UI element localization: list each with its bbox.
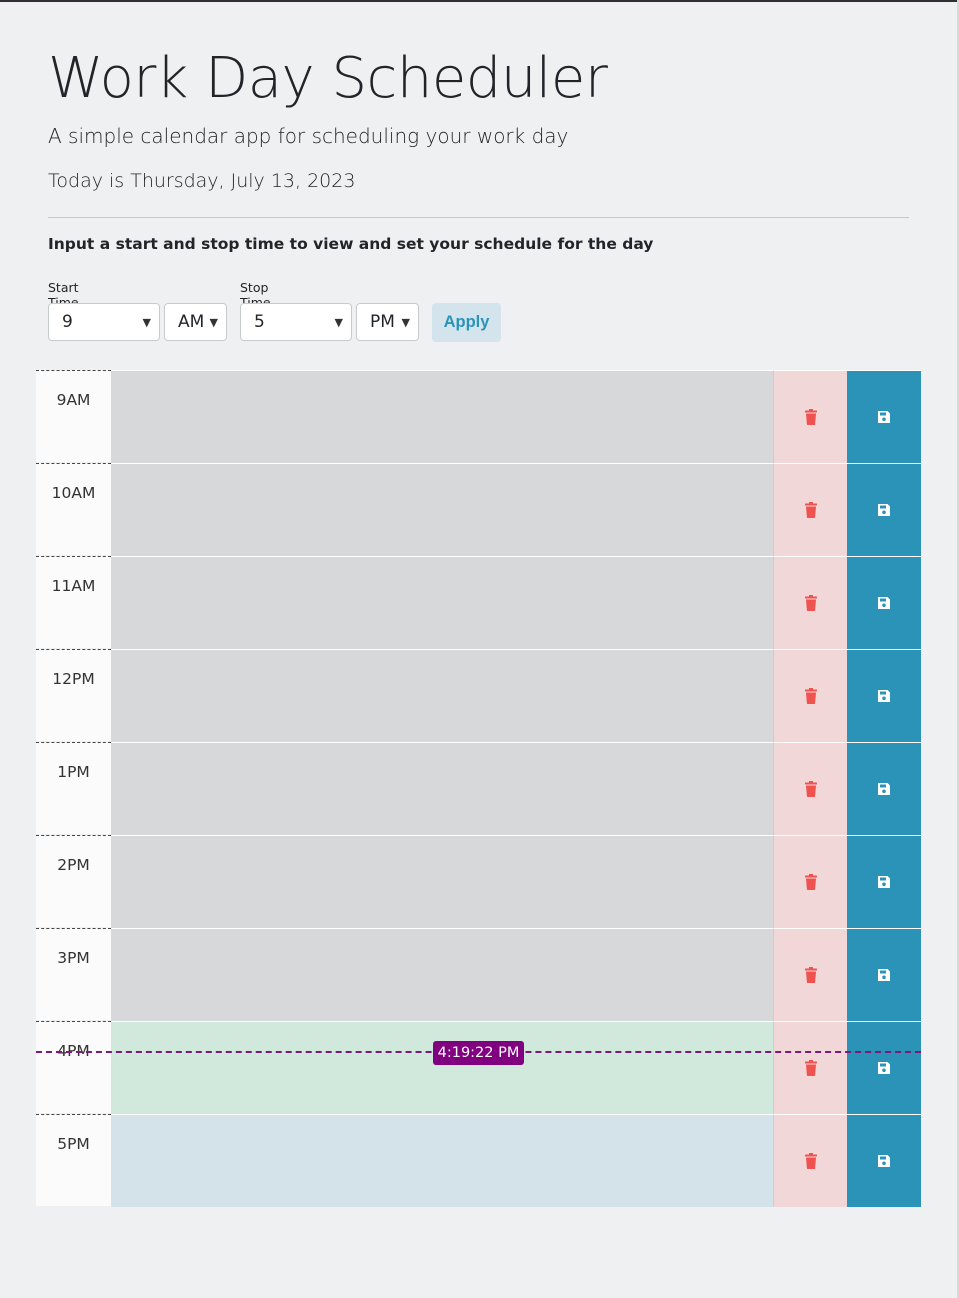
save-button[interactable] (847, 1114, 921, 1207)
delete-button[interactable] (773, 370, 847, 463)
trash-icon (804, 1060, 818, 1076)
chevron-down-icon: ▼ (142, 315, 151, 329)
start-ampm-value: AM (178, 312, 205, 332)
time-block-row: 1PM (36, 742, 921, 835)
time-block-row: 12PM (36, 649, 921, 742)
start-hour-select[interactable]: 9 ▼ (48, 303, 160, 341)
hour-label: 2PM (36, 835, 111, 927)
time-block-row: 2PM (36, 835, 921, 928)
delete-button[interactable] (773, 1114, 847, 1207)
trash-icon (804, 967, 818, 983)
hour-label: 5PM (36, 1114, 111, 1206)
event-description-input[interactable] (111, 1114, 773, 1207)
hour-label: 12PM (36, 649, 111, 741)
stop-hour-value: 5 (254, 312, 265, 332)
chevron-down-icon: ▼ (401, 315, 410, 329)
time-block-row: 9AM (36, 370, 921, 463)
floppy-disk-icon (877, 410, 891, 424)
save-button[interactable] (847, 1021, 921, 1114)
event-description-input[interactable] (111, 649, 773, 742)
hour-label: 10AM (36, 463, 111, 555)
event-description-input[interactable] (111, 1021, 773, 1114)
hour-label: 4PM (36, 1021, 111, 1113)
page-header: Work Day Scheduler A simple calendar app… (48, 48, 909, 192)
chevron-down-icon: ▼ (334, 315, 343, 329)
current-day: Today is Thursday, July 13, 2023 (48, 169, 356, 192)
floppy-disk-icon (877, 503, 891, 517)
save-button[interactable] (847, 835, 921, 928)
save-button[interactable] (847, 556, 921, 649)
window-top-border (0, 0, 959, 2)
hour-label: 3PM (36, 928, 111, 1020)
event-description-input[interactable] (111, 928, 773, 1021)
floppy-disk-icon (877, 968, 891, 982)
stop-ampm-value: PM (370, 312, 395, 332)
time-block-row: 10AM (36, 463, 921, 556)
instruction-text: Input a start and stop time to view and … (48, 235, 654, 253)
save-button[interactable] (847, 649, 921, 742)
hour-label: 11AM (36, 556, 111, 648)
page-title: Work Day Scheduler (48, 46, 608, 111)
stop-ampm-select[interactable]: PM ▼ (356, 303, 419, 341)
floppy-disk-icon (877, 596, 891, 610)
delete-button[interactable] (773, 556, 847, 649)
save-button[interactable] (847, 370, 921, 463)
trash-icon (804, 409, 818, 425)
event-description-input[interactable] (111, 463, 773, 556)
time-block-row: 4PM (36, 1021, 921, 1114)
trash-icon (804, 1153, 818, 1169)
hour-label: 1PM (36, 742, 111, 834)
stop-hour-select[interactable]: 5 ▼ (240, 303, 352, 341)
delete-button[interactable] (773, 928, 847, 1021)
trash-icon (804, 874, 818, 890)
delete-button[interactable] (773, 742, 847, 835)
hour-label: 9AM (36, 370, 111, 462)
save-button[interactable] (847, 928, 921, 1021)
floppy-disk-icon (877, 1061, 891, 1075)
time-block-row: 11AM (36, 556, 921, 649)
event-description-input[interactable] (111, 835, 773, 928)
current-time-badge: 4:19:22 PM (433, 1041, 524, 1065)
time-block-row: 5PM (36, 1114, 921, 1207)
event-description-input[interactable] (111, 370, 773, 463)
trash-icon (804, 502, 818, 518)
trash-icon (804, 688, 818, 704)
delete-button[interactable] (773, 1021, 847, 1114)
apply-button[interactable]: Apply (432, 303, 501, 342)
schedule-grid: 9AM 10AM 11AM 12PM 1PM 2PM 3PM 4PM 5PM (36, 370, 921, 1207)
delete-button[interactable] (773, 649, 847, 742)
trash-icon (804, 595, 818, 611)
page-lead: A simple calendar app for scheduling you… (48, 123, 569, 148)
event-description-input[interactable] (111, 742, 773, 835)
time-block-row: 3PM (36, 928, 921, 1021)
start-hour-value: 9 (62, 312, 73, 332)
trash-icon (804, 781, 818, 797)
header-divider (48, 217, 909, 218)
floppy-disk-icon (877, 689, 891, 703)
floppy-disk-icon (877, 782, 891, 796)
floppy-disk-icon (877, 875, 891, 889)
save-button[interactable] (847, 742, 921, 835)
delete-button[interactable] (773, 463, 847, 556)
delete-button[interactable] (773, 835, 847, 928)
floppy-disk-icon (877, 1154, 891, 1168)
event-description-input[interactable] (111, 556, 773, 649)
save-button[interactable] (847, 463, 921, 556)
start-ampm-select[interactable]: AM ▼ (164, 303, 227, 341)
chevron-down-icon: ▼ (209, 315, 218, 329)
